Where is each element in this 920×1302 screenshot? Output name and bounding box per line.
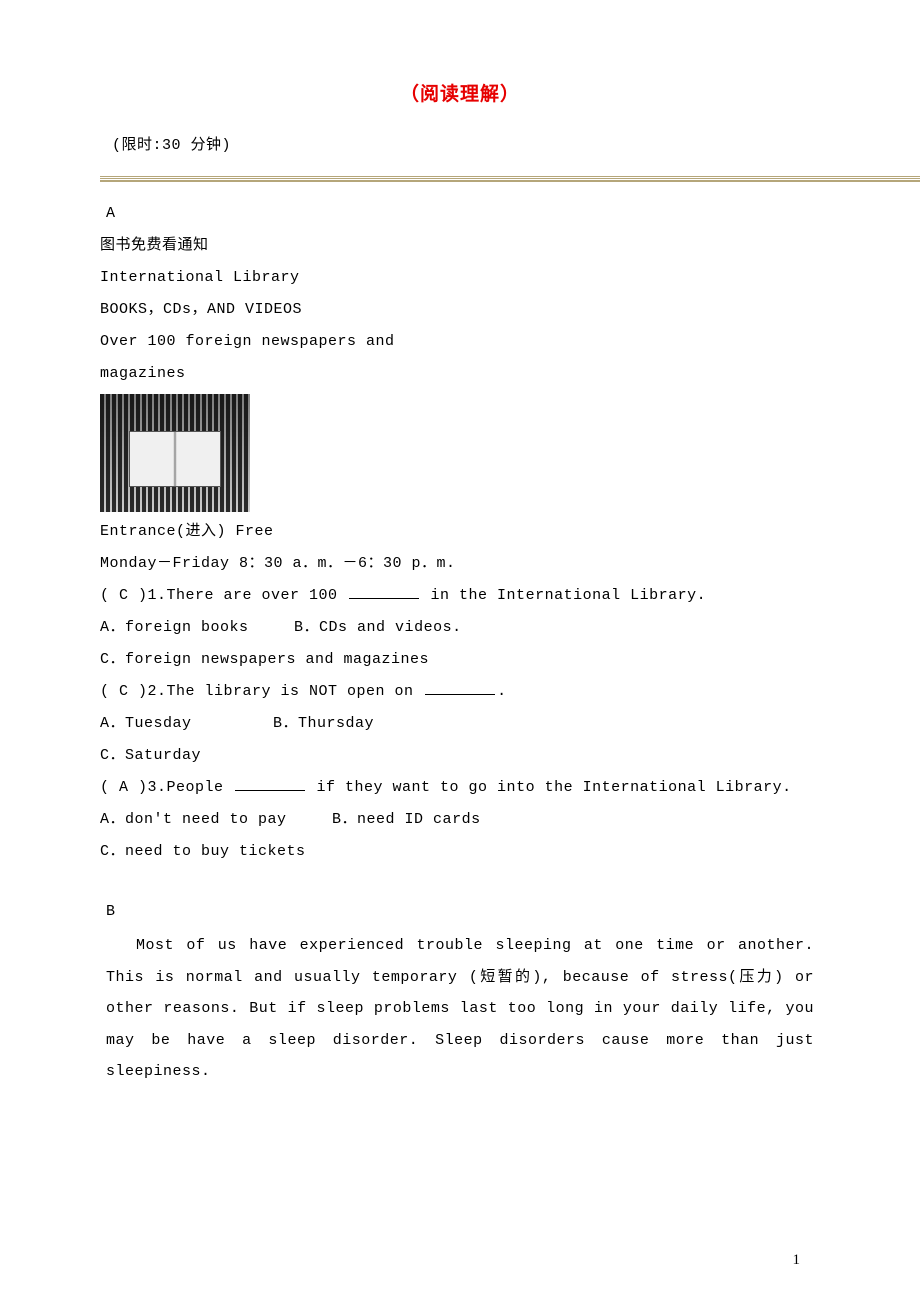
- q3-post: if they want to go into the Internationa…: [307, 779, 792, 796]
- library-reading-illustration: [100, 394, 250, 512]
- q1-option-b: B．CDs and videos.: [294, 616, 462, 640]
- q2-option-b: B．Thursday: [273, 712, 374, 736]
- q1-pre: ( C )1.There are over 100: [100, 587, 347, 604]
- question-2-options-row1: A．Tuesday B．Thursday: [100, 712, 820, 736]
- question-1-stem: ( C )1.There are over 100 in the Interna…: [100, 584, 820, 608]
- document-title: （阅读理解）: [100, 80, 820, 110]
- question-1-options-row1: A．foreign books B．CDs and videos.: [100, 616, 820, 640]
- passage-line: Monday－Friday 8：30 a．m．－6：30 p．m.: [100, 552, 820, 576]
- q2-option-c: C．Saturday: [100, 744, 820, 768]
- question-2-stem: ( C )2.The library is NOT open on .: [100, 680, 820, 704]
- passage-line: International Library: [100, 266, 820, 290]
- question-3-options-row1: A．don't need to pay B．need ID cards: [100, 808, 820, 832]
- section-a-label: A: [106, 202, 820, 226]
- question-3-stem: ( A )3.People if they want to go into th…: [100, 776, 820, 800]
- q3-option-b: B．need ID cards: [332, 808, 481, 832]
- q2-post: .: [497, 683, 507, 700]
- section-divider: [100, 176, 920, 182]
- q1-option-c: C．foreign newspapers and magazines: [100, 648, 820, 672]
- q3-pre: ( A )3.People: [100, 779, 233, 796]
- blank-fill: [235, 776, 305, 791]
- passage-line: Entrance(进入) Free: [100, 520, 820, 544]
- q2-pre: ( C )2.The library is NOT open on: [100, 683, 423, 700]
- page-number: 1: [793, 1248, 801, 1272]
- blank-fill: [349, 584, 419, 599]
- time-limit: (限时:30 分钟): [112, 134, 820, 158]
- q3-option-c: C．need to buy tickets: [100, 840, 820, 864]
- section-b-label: B: [106, 900, 820, 924]
- q2-option-a: A．Tuesday: [100, 712, 192, 736]
- passage-line: Over 100 foreign newspapers and: [100, 330, 820, 354]
- passage-line: magazines: [100, 362, 820, 386]
- section-b-paragraph: Most of us have experienced trouble slee…: [106, 930, 814, 1088]
- blank-fill: [425, 680, 495, 695]
- passage-line: BOOKS，CDs，AND VIDEOS: [100, 298, 820, 322]
- q1-option-a: A．foreign books: [100, 616, 249, 640]
- q3-option-a: A．don't need to pay: [100, 808, 287, 832]
- section-a-subtitle: 图书免费看通知: [100, 234, 820, 258]
- q1-post: in the International Library.: [421, 587, 706, 604]
- open-book-shape: [129, 431, 221, 487]
